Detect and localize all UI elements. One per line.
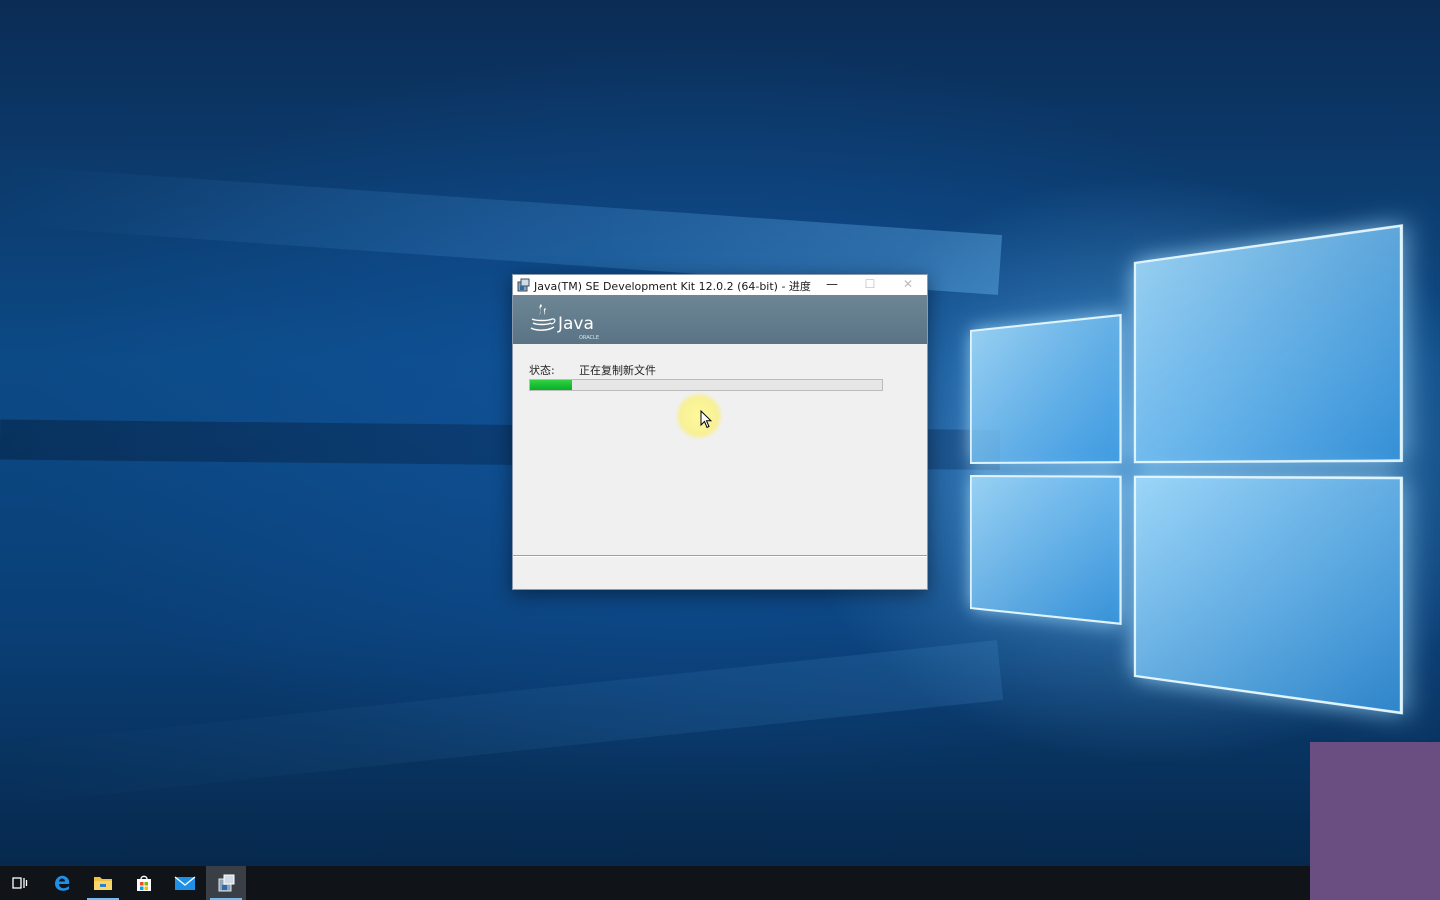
java-logo-text: Java [557,314,594,334]
installer-window[interactable]: Java(TM) SE Development Kit 12.0.2 (64-b… [512,274,928,590]
logo-pane [1133,224,1403,464]
progress-bar [529,379,883,391]
java-logo-icon: Java ORACLE [530,304,599,341]
java-installer-taskbar-button[interactable] [206,866,246,900]
mouse-pointer-icon [700,410,712,429]
file-explorer-button[interactable] [83,866,123,900]
file-explorer-icon [94,877,112,890]
java-installer-icon [218,874,235,892]
overlay-block [1310,742,1440,900]
task-view-button[interactable] [0,866,40,900]
store-icon [137,875,151,891]
task-view-icon [12,877,28,889]
oracle-logo-text: ORACLE [579,335,599,341]
logo-pane [1133,475,1403,715]
mail-button[interactable] [165,866,205,900]
light-beam [2,640,1004,805]
edge-button[interactable] [42,866,82,900]
edge-icon [55,875,70,891]
installer-app-icon [517,278,530,292]
java-banner: Java ORACLE [513,295,927,344]
window-title: Java(TM) SE Development Kit 12.0.2 (64-b… [534,280,811,293]
logo-pane [970,475,1122,626]
store-button[interactable] [124,866,164,900]
title-bar[interactable]: Java(TM) SE Development Kit 12.0.2 (64-b… [513,275,927,295]
cursor-highlight [675,392,723,440]
mail-icon [174,876,196,890]
status-label: 状态: [529,364,555,377]
close-button[interactable]: ✕ [889,275,927,295]
logo-pane [970,313,1122,464]
footer-divider-highlight [513,556,927,557]
maximize-button[interactable]: ☐ [851,275,889,295]
windows-logo-wallpaper [970,222,1420,719]
minimize-button[interactable]: — [813,275,851,295]
progress-fill [530,380,573,390]
status-text: 正在复制新文件 [579,364,656,377]
taskbar [0,866,1310,900]
